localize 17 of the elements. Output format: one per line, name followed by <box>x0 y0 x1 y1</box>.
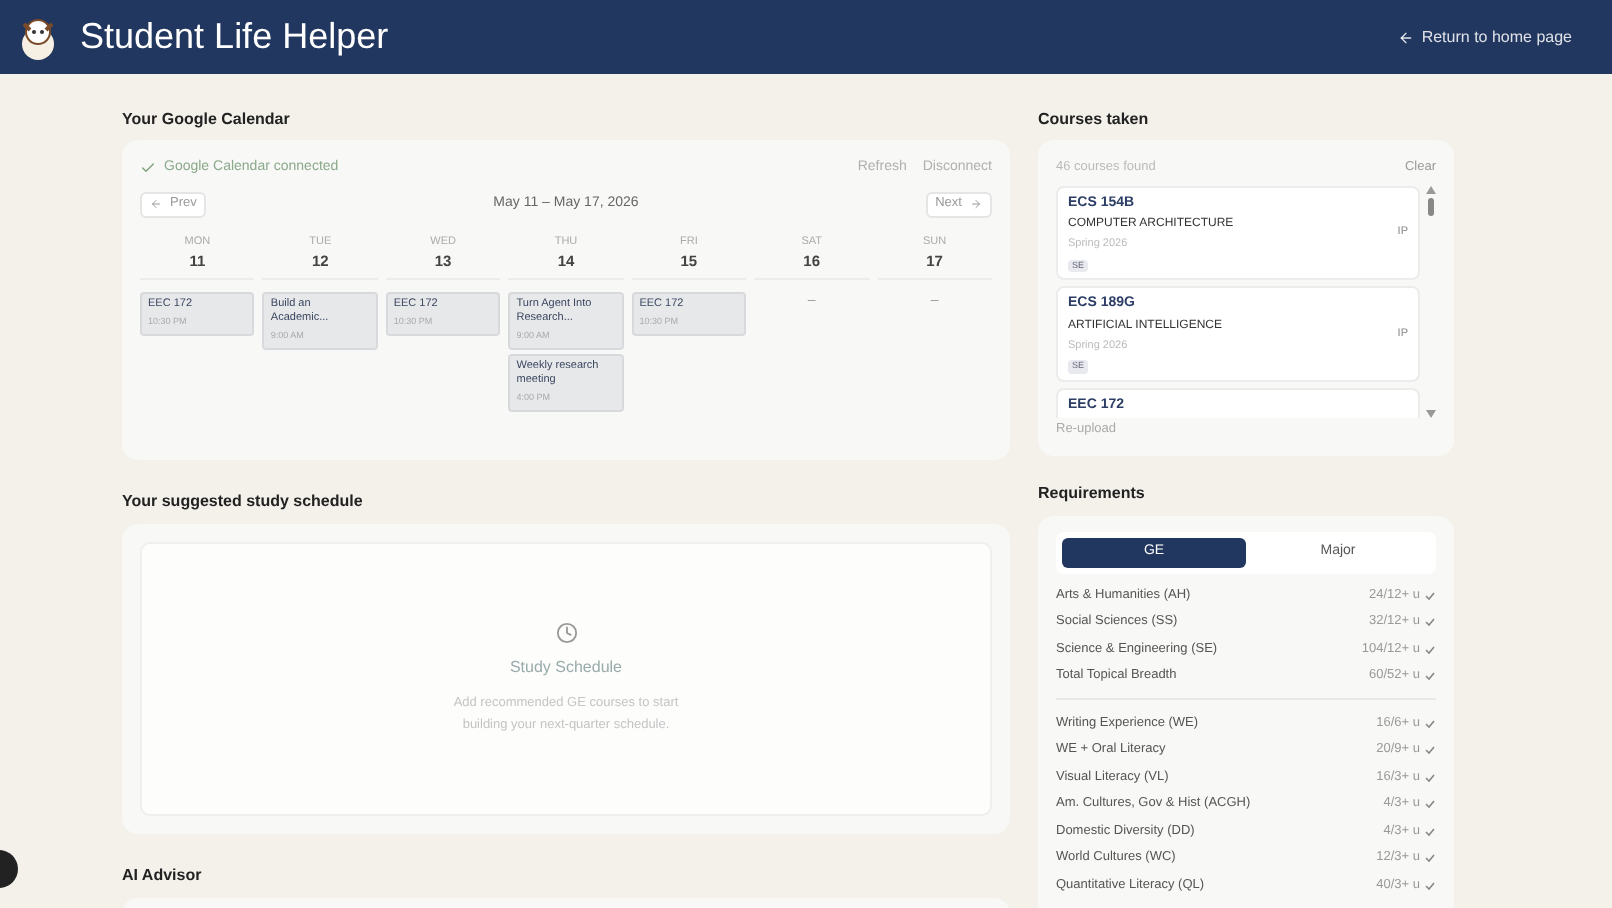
empty-title: Study Schedule <box>509 656 623 680</box>
section-heading: Your suggested study schedule <box>122 490 365 514</box>
return-home-link[interactable]: Return to home page <box>1397 25 1572 49</box>
app-title: Student Life Helper <box>80 14 389 60</box>
scroll-up-arrow-icon[interactable] <box>1425 185 1435 194</box>
mascot-icon <box>16 13 60 61</box>
section-heading: Requirements <box>1038 482 1147 506</box>
section-heading: AI Advisor <box>122 864 204 888</box>
clock-icon <box>555 622 577 644</box>
back-arrow-icon <box>1397 29 1414 45</box>
section-heading: Your Google Calendar <box>122 108 292 132</box>
scroll-down-arrow-icon[interactable] <box>1425 409 1435 418</box>
section-heading: Courses taken <box>1038 108 1151 132</box>
check-icon <box>140 160 156 177</box>
scrollbar[interactable] <box>1424 185 1436 418</box>
arrow-right-icon <box>969 198 982 210</box>
arrow-left-icon <box>150 198 162 210</box>
